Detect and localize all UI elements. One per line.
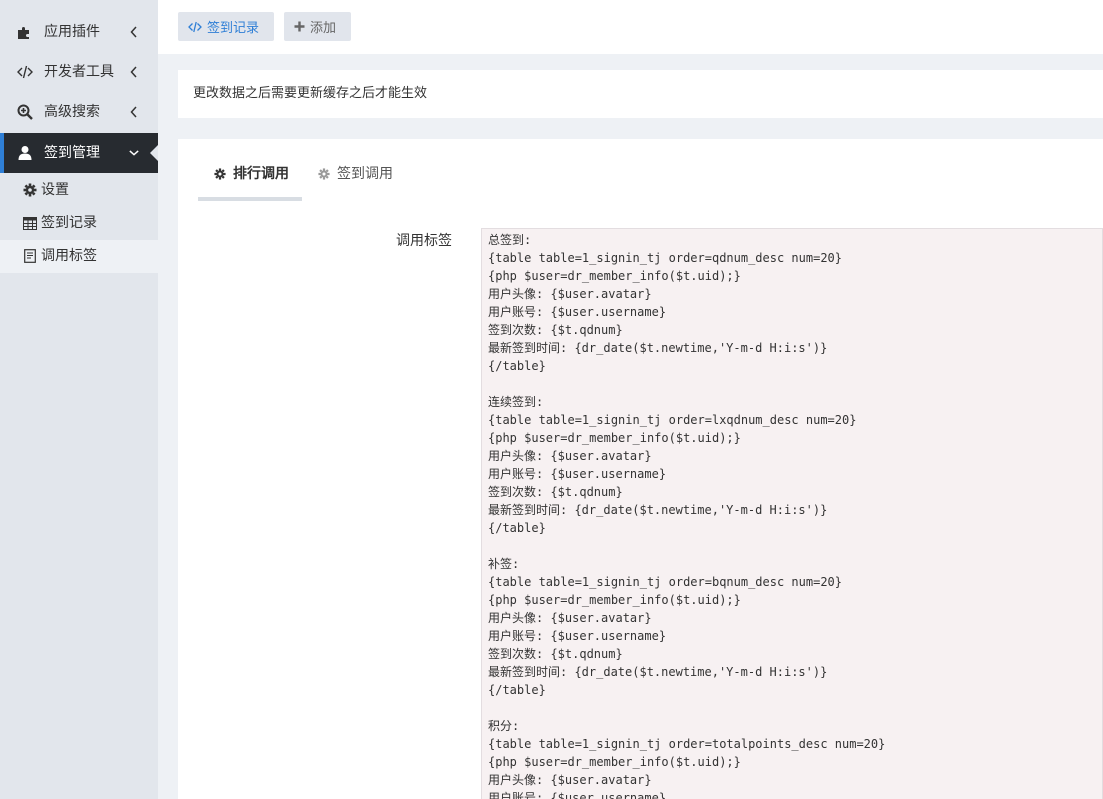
- code-icon: [17, 64, 33, 80]
- tab-label: 排行调用: [233, 166, 289, 182]
- sidebar-item-advanced-search[interactable]: 高级搜索: [0, 92, 158, 132]
- code-icon: [188, 21, 202, 33]
- sidebar-subitem-label: 调用标签: [41, 248, 97, 264]
- gear-icon: [214, 168, 226, 180]
- notice-text: 更改数据之后需要更新缓存之后才能生效: [193, 86, 428, 101]
- content-panel: 排行调用 签到调用 调用标签 总签到: {table table=1_signi…: [178, 139, 1103, 799]
- sidebar-item-dev-tools[interactable]: 开发者工具: [0, 52, 158, 92]
- toolbar: 签到记录 添加: [158, 0, 1103, 54]
- user-icon: [17, 145, 33, 161]
- sidebar-subitem-call-tags[interactable]: 调用标签: [0, 240, 158, 273]
- tab-signin-call[interactable]: 签到调用: [302, 159, 406, 201]
- sidebar-subitem-signin-records[interactable]: 签到记录: [0, 207, 158, 240]
- sidebar-item-label: 高级搜索: [44, 104, 100, 120]
- gear-icon: [23, 183, 37, 197]
- signin-records-button[interactable]: 签到记录: [178, 12, 274, 41]
- call-tag-code: 总签到: {table table=1_signin_tj order=qdnu…: [488, 233, 886, 799]
- chevron-left-icon: [129, 104, 139, 120]
- add-button[interactable]: 添加: [284, 12, 351, 41]
- sidebar-subitem-label: 设置: [41, 182, 69, 198]
- tab-rank-call[interactable]: 排行调用: [198, 159, 302, 201]
- sidebar-subitem-settings[interactable]: 设置: [0, 174, 158, 207]
- chevron-left-icon: [129, 64, 139, 80]
- main-content: 签到记录 添加 更改数据之后需要更新缓存之后才能生效 排行调用 签到调用 调用标…: [158, 0, 1103, 799]
- tab-label: 签到调用: [337, 166, 393, 182]
- puzzle-icon: [17, 24, 33, 40]
- add-label: 添加: [310, 21, 337, 36]
- sidebar-item-label: 开发者工具: [44, 64, 114, 80]
- notice-panel: 更改数据之后需要更新缓存之后才能生效: [178, 70, 1103, 118]
- sidebar-subitem-label: 签到记录: [41, 215, 97, 231]
- gear-icon: [318, 168, 330, 180]
- sidebar-item-app-plugins[interactable]: 应用插件: [0, 12, 158, 52]
- call-tag-code-area[interactable]: 总签到: {table table=1_signin_tj order=qdnu…: [481, 228, 1103, 799]
- plus-icon: [294, 21, 305, 32]
- document-icon: [23, 249, 37, 263]
- sidebar-item-label: 签到管理: [44, 145, 100, 161]
- call-tag-label: 调用标签: [396, 233, 452, 249]
- chevron-down-icon: [129, 145, 139, 161]
- sidebar-item-label: 应用插件: [44, 24, 100, 40]
- chevron-left-icon: [129, 24, 139, 40]
- sidebar: 应用插件 开发者工具 高级搜索 签到管理 设置 签到记录 调用标签: [0, 0, 158, 799]
- signin-records-label: 签到记录: [207, 21, 260, 36]
- table-icon: [23, 216, 37, 230]
- sidebar-item-signin-manage[interactable]: 签到管理: [0, 133, 158, 173]
- search-plus-icon: [17, 104, 33, 120]
